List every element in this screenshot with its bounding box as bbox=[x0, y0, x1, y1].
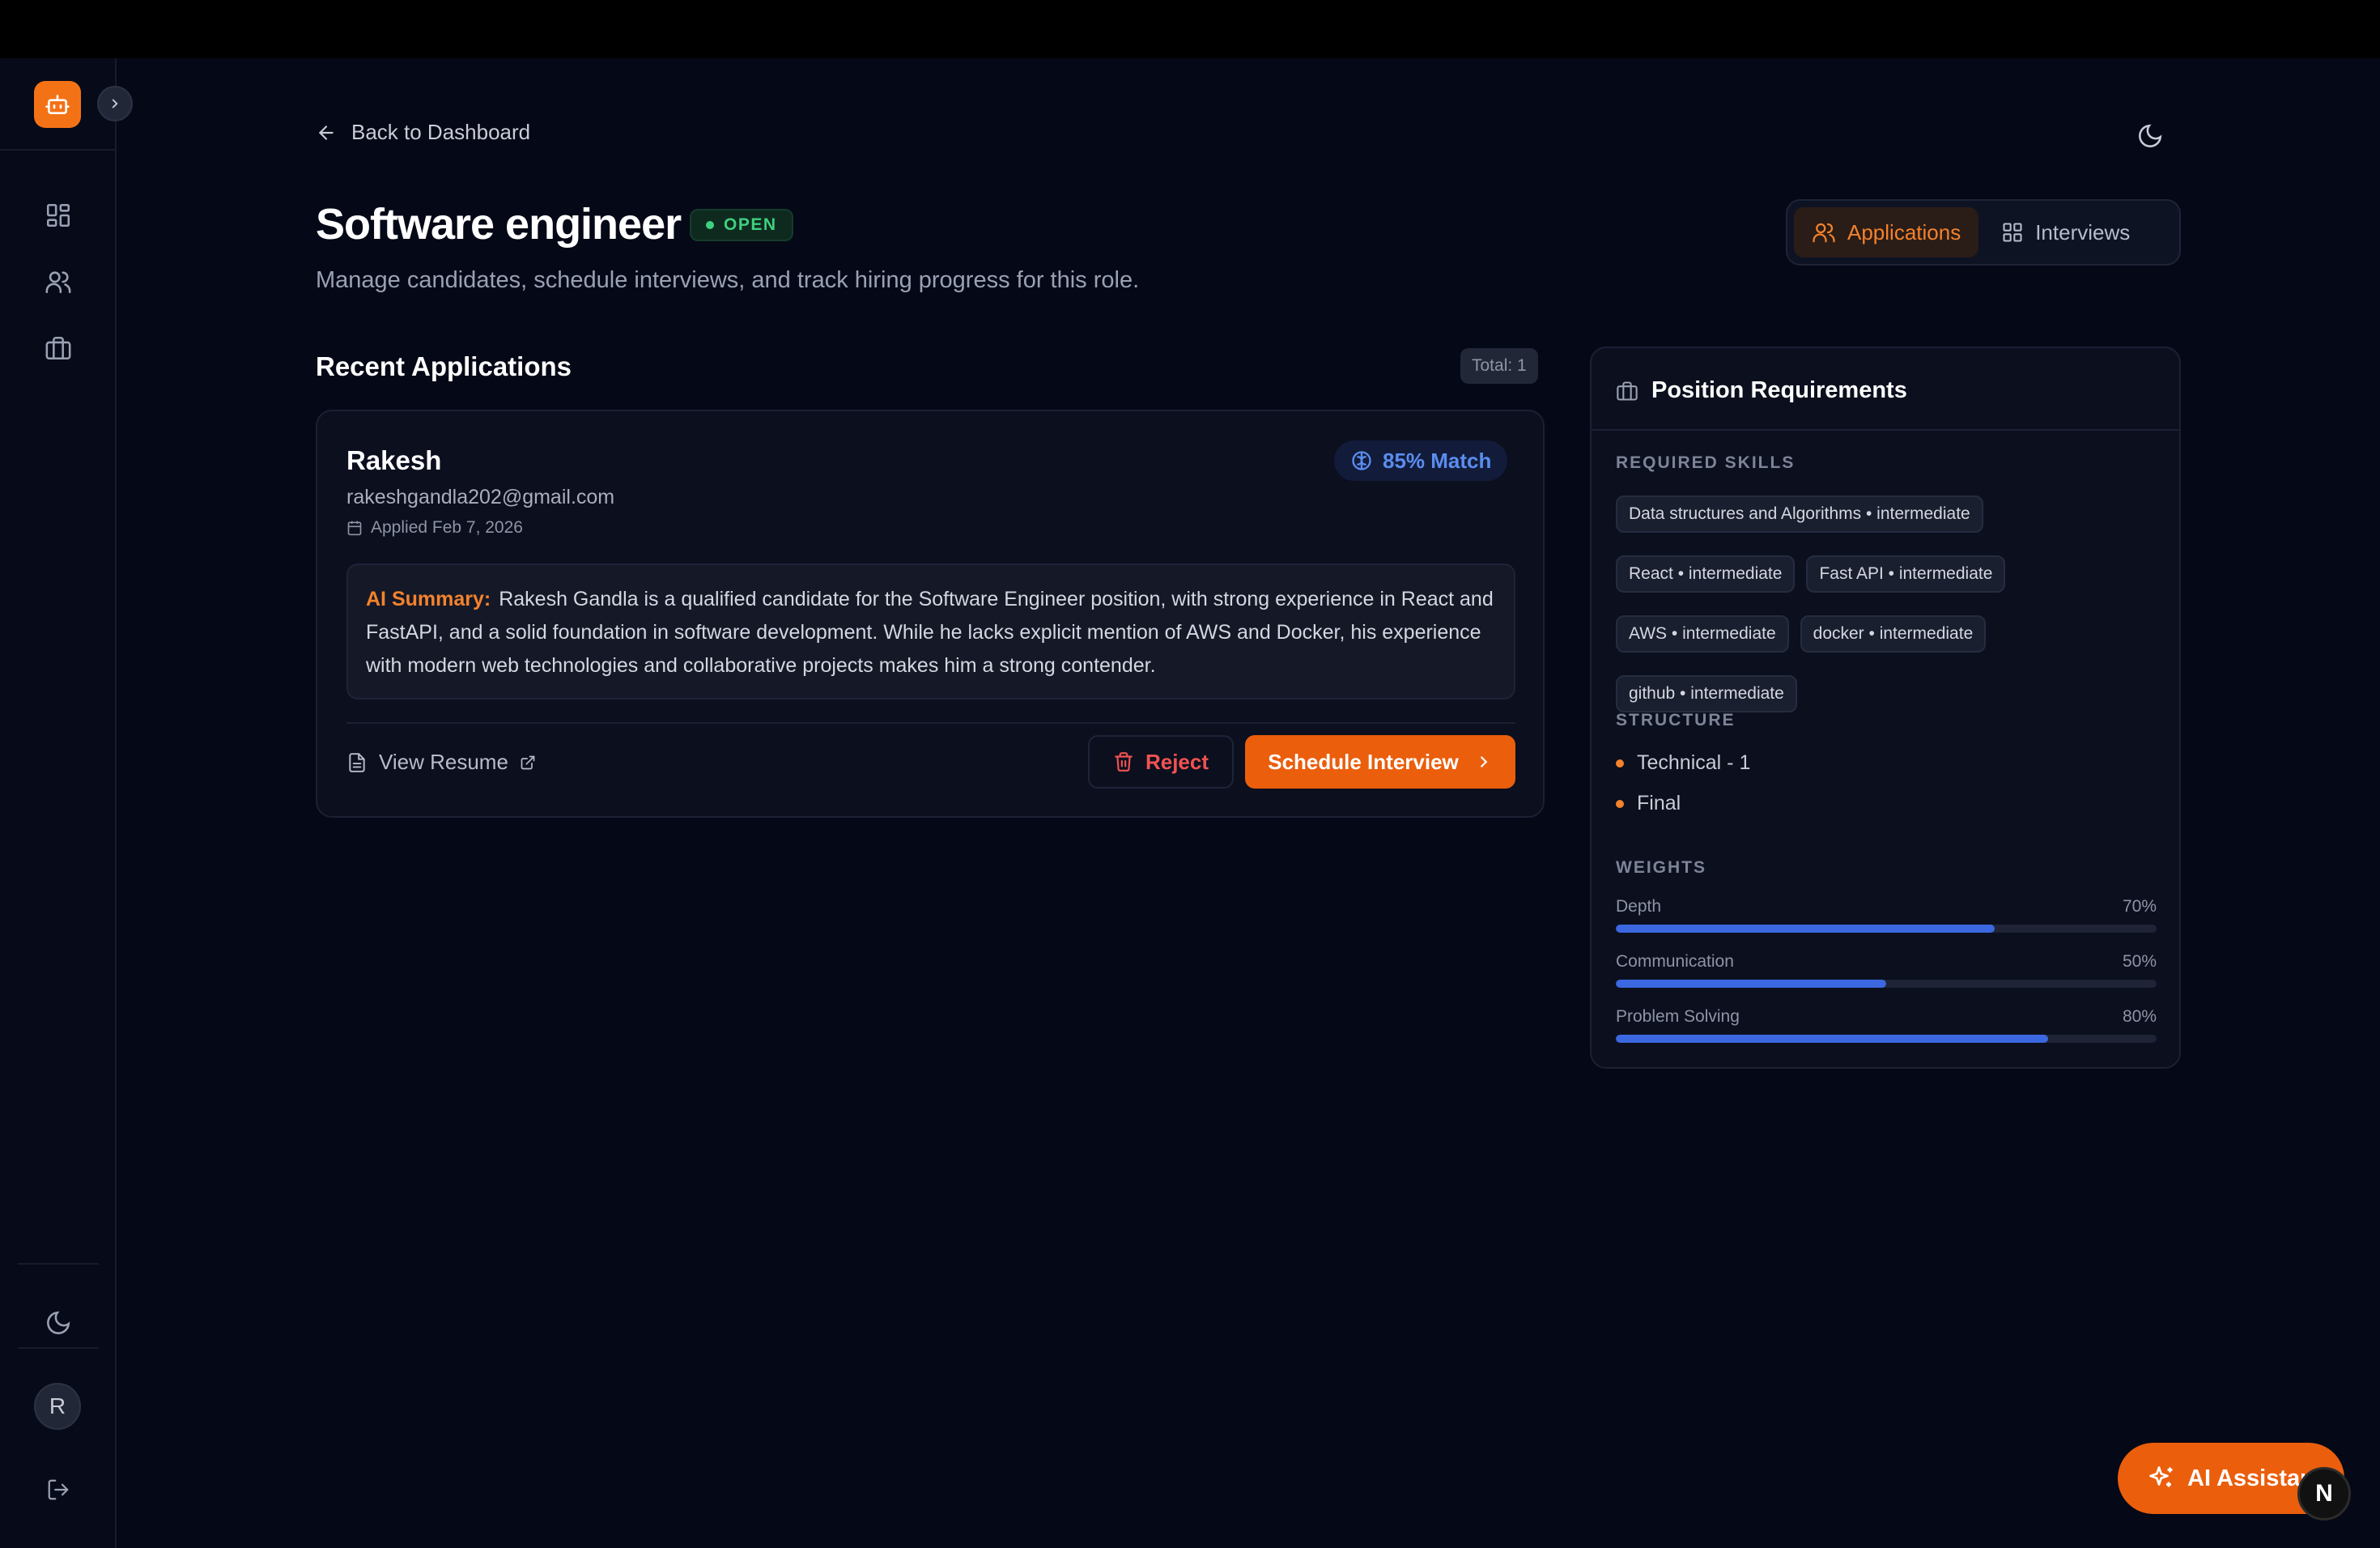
sparkles-icon bbox=[2149, 1466, 2173, 1487]
skill-chip: React • intermediate bbox=[1616, 555, 1796, 593]
reject-button[interactable]: Reject bbox=[1088, 735, 1234, 789]
view-tabs: Applications Interviews bbox=[1786, 199, 2181, 266]
tab-applications-label: Applications bbox=[1847, 219, 1961, 245]
structure-label: STRUCTURE bbox=[1616, 711, 1736, 729]
sidebar-expand-button[interactable] bbox=[97, 86, 133, 121]
weight-fill bbox=[1616, 925, 1995, 933]
arrow-left-icon bbox=[318, 125, 334, 140]
application-card: Rakesh rakeshgandla202@gmail.com Applied… bbox=[316, 410, 1545, 818]
weight-track bbox=[1616, 980, 2157, 988]
dashboard-grid-icon[interactable] bbox=[40, 198, 76, 233]
weight-name: Depth bbox=[1616, 897, 1662, 916]
skill-chip: AWS • intermediate bbox=[1616, 615, 1789, 653]
chevron-right-icon bbox=[1480, 756, 1488, 768]
external-link-icon bbox=[521, 755, 535, 769]
total-badge: Total: 1 bbox=[1460, 348, 1538, 384]
structure-item-label: Final bbox=[1637, 792, 1681, 814]
schedule-label: Schedule Interview bbox=[1268, 749, 1459, 774]
status-dot bbox=[706, 221, 714, 229]
requirements-divider bbox=[1592, 429, 2179, 431]
weight-name: Communication bbox=[1616, 952, 1734, 971]
reject-label: Reject bbox=[1145, 749, 1209, 774]
view-resume-link[interactable]: View Resume bbox=[346, 750, 536, 775]
ai-summary-label: AI Summary: bbox=[366, 588, 491, 610]
n-badge[interactable]: N bbox=[2297, 1467, 2351, 1520]
ai-summary-box: AI Summary: Rakesh Gandla is a qualified … bbox=[346, 563, 1515, 700]
sidebar-divider bbox=[18, 1347, 99, 1349]
card-divider bbox=[346, 722, 1515, 724]
structure-item: Final bbox=[1616, 792, 1681, 815]
moon-icon bbox=[2139, 124, 2162, 147]
page-title: Software engineer bbox=[316, 200, 682, 249]
requirements-header: Position Requirements bbox=[1616, 377, 1907, 404]
users-icon bbox=[1813, 223, 1835, 243]
tab-interviews-label: Interviews bbox=[2035, 219, 2131, 245]
window-top-bar bbox=[0, 0, 2380, 58]
theme-toggle-button[interactable] bbox=[2132, 118, 2168, 154]
candidate-email: rakeshgandla202@gmail.com bbox=[346, 486, 615, 508]
sidebar-divider bbox=[18, 1263, 99, 1265]
weights-label: WEIGHTS bbox=[1616, 858, 1706, 877]
view-resume-label: View Resume bbox=[379, 750, 508, 774]
back-to-dashboard-link[interactable]: Back to Dashboard bbox=[316, 120, 530, 145]
applied-date-label: Applied Feb 7, 2026 bbox=[371, 518, 523, 537]
weight-track bbox=[1616, 925, 2157, 933]
grid-icon bbox=[2003, 223, 2022, 242]
schedule-interview-button[interactable]: Schedule Interview bbox=[1245, 735, 1515, 789]
briefcase-icon bbox=[1617, 381, 1638, 401]
skill-chip: Fast API • intermediate bbox=[1806, 555, 2006, 593]
skill-chip: docker • intermediate bbox=[1800, 615, 1987, 653]
match-badge: 85% Match bbox=[1334, 440, 1508, 481]
recent-applications-title: Recent Applications bbox=[316, 351, 572, 381]
bullet-dot bbox=[1616, 759, 1624, 768]
briefcase-icon[interactable] bbox=[40, 330, 76, 366]
match-label: 85% Match bbox=[1383, 448, 1492, 473]
tab-interviews[interactable]: Interviews bbox=[1983, 207, 2148, 257]
trash-icon bbox=[1115, 752, 1133, 772]
tab-applications[interactable]: Applications bbox=[1794, 207, 1979, 257]
logout-icon[interactable] bbox=[40, 1472, 76, 1508]
calendar-icon bbox=[347, 521, 362, 536]
weight-row: Depth 70% bbox=[1616, 897, 2157, 933]
weight-fill bbox=[1616, 980, 1886, 988]
skills-list: Data structures and Algorithms • interme… bbox=[1616, 495, 2166, 712]
required-skills-label: REQUIRED SKILLS bbox=[1616, 453, 1796, 472]
back-link-label: Back to Dashboard bbox=[351, 120, 531, 144]
sidebar: R bbox=[0, 58, 133, 1548]
structure-item-label: Technical - 1 bbox=[1637, 751, 1751, 774]
page-subtitle: Manage candidates, schedule interviews, … bbox=[316, 267, 1140, 293]
requirements-title: Position Requirements bbox=[1651, 377, 1907, 403]
bot-logo-icon[interactable] bbox=[34, 81, 81, 128]
weight-name: Problem Solving bbox=[1616, 1007, 1740, 1026]
position-requirements-panel: Position Requirements REQUIRED SKILLS Da… bbox=[1590, 347, 2181, 1069]
bullet-dot bbox=[1616, 799, 1624, 808]
weight-row: Communication 50% bbox=[1616, 952, 2157, 988]
ai-summary-text: Rakesh Gandla is a qualified candidate f… bbox=[366, 588, 1494, 677]
skill-chip: Data structures and Algorithms • interme… bbox=[1616, 495, 1983, 533]
moon-icon[interactable] bbox=[40, 1305, 76, 1341]
weight-track bbox=[1616, 1035, 2157, 1043]
candidate-name: Rakesh bbox=[346, 445, 442, 475]
status-label: OPEN bbox=[724, 215, 777, 234]
weight-value: 80% bbox=[2122, 1007, 2157, 1026]
file-icon bbox=[349, 752, 365, 772]
weight-fill bbox=[1616, 1035, 2049, 1043]
weight-value: 70% bbox=[2122, 897, 2157, 916]
structure-item: Technical - 1 bbox=[1616, 751, 1750, 775]
weight-row: Problem Solving 80% bbox=[1616, 1007, 2157, 1043]
users-icon[interactable] bbox=[40, 264, 76, 300]
weight-value: 50% bbox=[2122, 952, 2157, 971]
brain-icon bbox=[1352, 451, 1371, 470]
avatar[interactable]: R bbox=[34, 1383, 81, 1430]
applied-date: Applied Feb 7, 2026 bbox=[346, 518, 523, 538]
status-badge: OPEN bbox=[690, 209, 793, 241]
sidebar-divider bbox=[0, 149, 117, 151]
skill-chip: github • intermediate bbox=[1616, 675, 1797, 712]
